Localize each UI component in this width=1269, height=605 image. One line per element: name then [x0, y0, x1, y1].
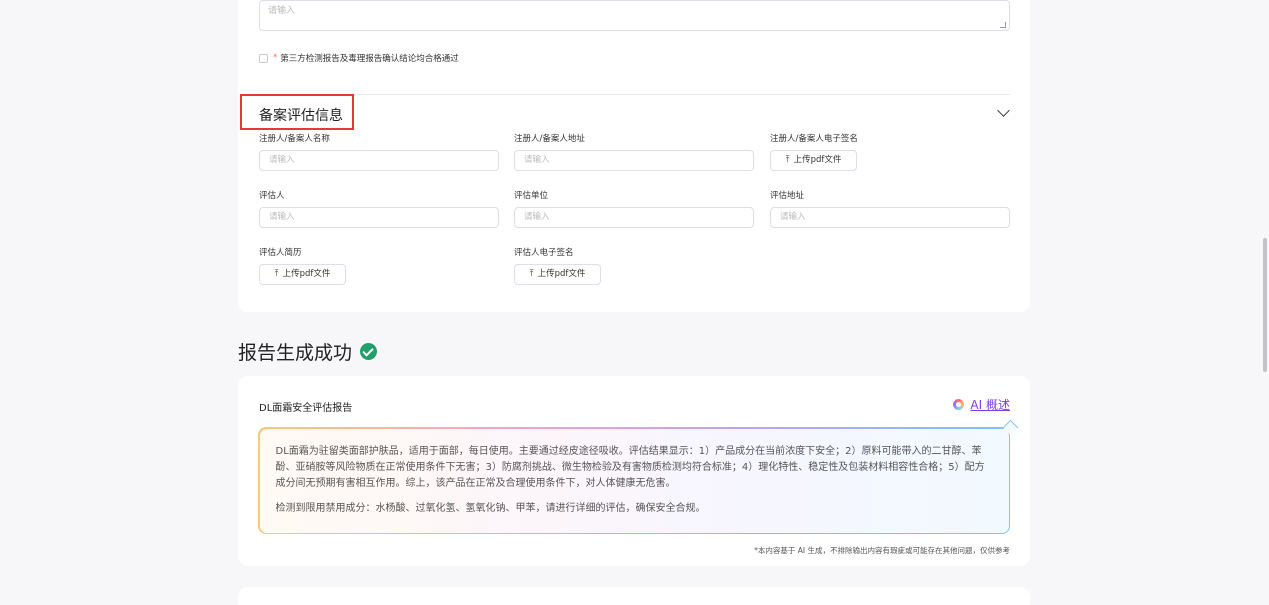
- registrant-name-input[interactable]: 请输入: [259, 150, 499, 171]
- field-label-assessor-unit: 评估单位: [514, 191, 549, 201]
- confirm-checkbox-label: 第三方检测报告及毒理报告确认结论均合格通过: [280, 54, 459, 64]
- field-label-assessor-signature: 评估人电子签名: [514, 248, 574, 258]
- report-card: DL面霜安全评估报告 AI 概述 DL面霜为驻留类面部护肤品，适用于面部，每日使…: [238, 376, 1030, 566]
- chevron-down-icon[interactable]: [997, 104, 1010, 117]
- required-mark: *: [273, 53, 278, 63]
- ai-restricted-ingredients: 检测到限用禁用成分：水杨酸、过氧化氢、氢氧化钠、甲苯，请进行详细的评估，确保安全…: [275, 502, 706, 514]
- field-label-assessor: 评估人: [259, 191, 285, 201]
- ai-disclaimer: *本内容基于 AI 生成，不排除输出内容有瑕疵或可能存在其他问题，仅供参考: [754, 546, 1010, 555]
- ai-sparkle-icon: [953, 399, 965, 410]
- page-scrollbar[interactable]: [1259, 0, 1269, 605]
- field-label-registrant-name: 注册人/备案人名称: [259, 134, 330, 144]
- field-label-assessor-address: 评估地址: [770, 191, 805, 201]
- upload-icon: ⤒: [274, 269, 279, 279]
- success-title: 报告生成成功: [238, 342, 353, 364]
- field-label-registrant-address: 注册人/备案人地址: [514, 134, 585, 144]
- resize-handle[interactable]: [1000, 22, 1006, 28]
- upload-icon: ⤒: [529, 269, 534, 279]
- report-title: DL面霜安全评估报告: [259, 403, 353, 414]
- ai-summary-box: DL面霜为驻留类面部护肤品，适用于面部，每日使用。主要通过经皮途径吸收。评估结果…: [258, 427, 1010, 534]
- check-circle-icon: [360, 343, 378, 360]
- section-title: 备案评估信息: [259, 108, 343, 124]
- assessor-input[interactable]: 请输入: [259, 207, 499, 228]
- textarea-placeholder: 请输入: [268, 6, 296, 16]
- confirm-checkbox[interactable]: [259, 53, 268, 63]
- ai-summary-paragraph: DL面霜为驻留类面部护肤品，适用于面部，每日使用。主要通过经皮途径吸收。评估结果…: [275, 445, 985, 489]
- upload-label: 上传pdf文件: [793, 155, 842, 165]
- upload-icon: ⤒: [785, 155, 790, 165]
- registrant-address-input[interactable]: 请输入: [514, 150, 754, 171]
- assessor-resume-upload-button[interactable]: ⤒ 上传pdf文件: [259, 264, 346, 285]
- scroll-thumb[interactable]: [1263, 238, 1267, 372]
- confirm-row: * 第三方检测报告及毒理报告确认结论均合格通过: [259, 52, 459, 64]
- upload-label: 上传pdf文件: [282, 269, 331, 279]
- assessor-address-input[interactable]: 请输入: [770, 207, 1010, 228]
- ai-summary-label: AI 概述: [970, 398, 1010, 412]
- remarks-textarea[interactable]: 请输入: [259, 0, 1010, 31]
- filing-form-card: 请输入 * 第三方检测报告及毒理报告确认结论均合格通过 备案评估信息 注册人/备…: [238, 0, 1030, 312]
- field-label-registrant-signature: 注册人/备案人电子签名: [770, 134, 858, 144]
- divider: [259, 94, 1010, 95]
- registrant-signature-upload-button[interactable]: ⤒ 上传pdf文件: [770, 150, 857, 171]
- success-header: 报告生成成功: [238, 338, 378, 365]
- field-label-assessor-resume: 评估人简历: [259, 248, 302, 258]
- ai-summary-link[interactable]: AI 概述: [953, 396, 1010, 413]
- assessor-unit-input[interactable]: 请输入: [514, 207, 754, 228]
- upload-label: 上传pdf文件: [537, 269, 586, 279]
- next-card: [238, 587, 1030, 605]
- assessor-signature-upload-button[interactable]: ⤒ 上传pdf文件: [514, 264, 601, 285]
